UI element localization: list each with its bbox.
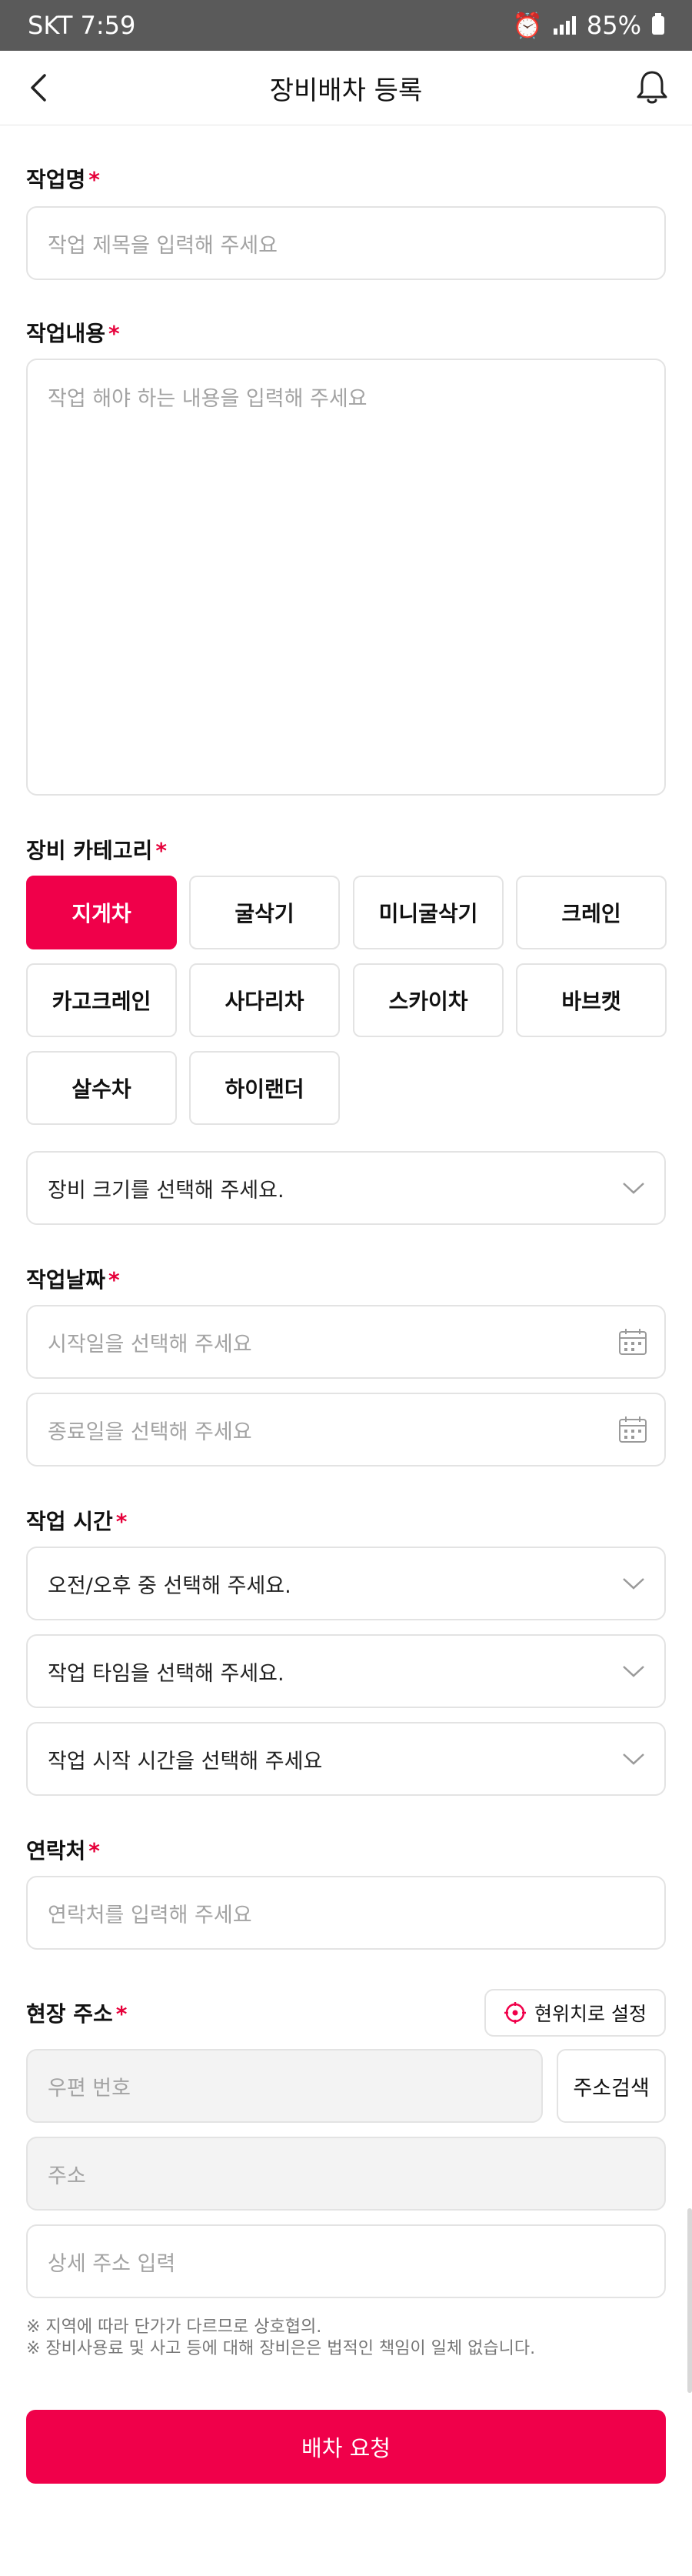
work-content-textarea[interactable]: 작업 해야 하는 내용을 입력해 주세요 — [26, 359, 666, 796]
dispatch-request-button[interactable]: 배차 요청 — [26, 2410, 666, 2484]
work-date-label: 작업날짜 * — [26, 1267, 120, 1293]
category-sky-car[interactable]: 스카이차 — [353, 963, 504, 1037]
category-cargo-crane[interactable]: 카고크레인 — [26, 963, 177, 1037]
category-ladder-truck[interactable]: 사다리차 — [189, 963, 340, 1037]
app-header: 장비배차 등록 — [0, 51, 692, 125]
category-bobcat[interactable]: 바브캣 — [516, 963, 667, 1037]
end-date-input[interactable]: 종료일을 선택해 주세요 — [26, 1393, 666, 1467]
alarm-icon: ⏰ — [512, 11, 543, 40]
postal-code-input[interactable]: 우편 번호 — [26, 2049, 543, 2123]
back-icon[interactable] — [22, 69, 58, 106]
page-title: 장비배차 등록 — [269, 75, 423, 106]
category-forklift[interactable]: 지게차 — [26, 876, 177, 949]
start-date-input[interactable]: 시작일을 선택해 주세요 — [26, 1305, 666, 1379]
status-icons: ⏰ 85% — [512, 11, 664, 40]
category-excavator[interactable]: 굴삭기 — [189, 876, 340, 949]
site-address-label: 현장 주소 * — [26, 2001, 128, 2027]
contact-input[interactable]: 연락처를 입력해 주세요 — [26, 1876, 666, 1950]
address-search-button[interactable]: 주소검색 — [557, 2049, 666, 2123]
category-crane[interactable]: 크레인 — [516, 876, 667, 949]
chevron-down-icon — [623, 1753, 644, 1765]
detail-address-input[interactable]: 상세 주소 입력 — [26, 2224, 666, 2298]
scrollbar[interactable] — [687, 2208, 692, 2393]
work-type-select[interactable]: 작업 타임을 선택해 주세요. — [26, 1634, 666, 1708]
start-time-select[interactable]: 작업 시작 시간을 선택해 주세요 — [26, 1722, 666, 1796]
equipment-category-label: 장비 카테고리 * — [26, 838, 167, 863]
work-time-label: 작업 시간 * — [26, 1509, 128, 1534]
bell-icon[interactable] — [632, 68, 672, 108]
calendar-icon — [619, 1329, 647, 1355]
work-content-label: 작업내용 * — [26, 321, 120, 346]
category-water-truck[interactable]: 살수차 — [26, 1051, 177, 1125]
contact-label: 연락처 * — [26, 1838, 100, 1864]
battery-icon — [652, 13, 664, 35]
category-highlander[interactable]: 하이랜더 — [189, 1051, 340, 1125]
calendar-icon — [619, 1416, 647, 1443]
crosshair-icon — [504, 2002, 527, 2024]
chevron-down-icon — [623, 1578, 644, 1590]
category-mini-excavator[interactable]: 미니굴삭기 — [353, 876, 504, 949]
set-current-location-button[interactable]: 현위치로 설정 — [484, 1989, 666, 2037]
note-liability: ※ 장비사용료 및 사고 등에 대해 장비은은 법적인 책임이 일체 없습니다. — [26, 2339, 536, 2358]
equipment-size-select[interactable]: 장비 크기를 선택해 주세요. — [26, 1151, 666, 1225]
battery-level: 85% — [586, 11, 641, 40]
work-name-label: 작업명 * — [26, 167, 100, 192]
carrier-time: SKT 7:59 — [28, 11, 136, 40]
chevron-down-icon — [623, 1666, 644, 1677]
ampm-select[interactable]: 오전/오후 중 선택해 주세요. — [26, 1547, 666, 1620]
chevron-down-icon — [623, 1183, 644, 1194]
signal-icon — [553, 16, 576, 35]
work-name-input[interactable]: 작업 제목을 입력해 주세요 — [26, 206, 666, 280]
status-bar: SKT 7:59 ⏰ 85% — [0, 0, 692, 51]
address-input[interactable]: 주소 — [26, 2137, 666, 2211]
